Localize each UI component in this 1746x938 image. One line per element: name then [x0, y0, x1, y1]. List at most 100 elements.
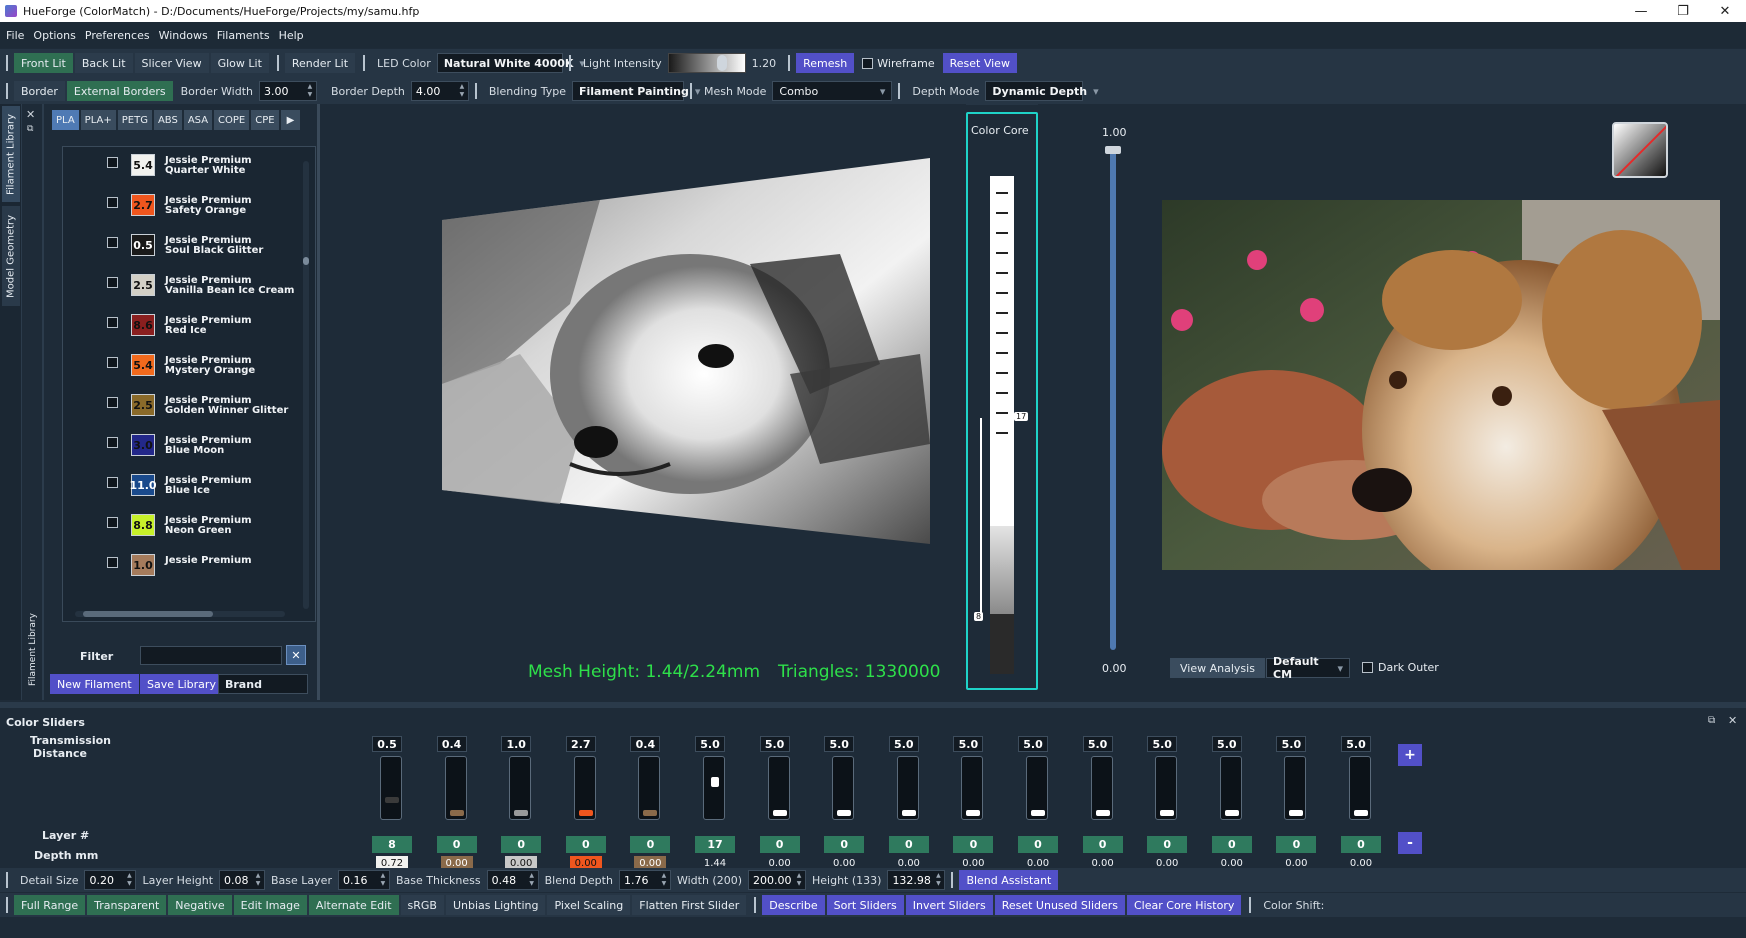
slider-track[interactable]: [1090, 756, 1113, 820]
list-item[interactable]: 0.5 Jessie Premium Soul Black Glitter: [63, 229, 313, 269]
clear-core-history-button[interactable]: Clear Core History: [1127, 895, 1242, 915]
slider-td-input[interactable]: 5.0: [953, 736, 984, 752]
filament-library-tab[interactable]: Filament Library: [2, 106, 20, 202]
spin-arrows-icon[interactable]: ▲ ▼: [933, 872, 943, 888]
blend-depth-input[interactable]: 1.76 ▲ ▼: [618, 870, 671, 890]
color-slider[interactable]: 5.0 0 0.00: [824, 736, 865, 869]
spin-arrows-icon[interactable]: ▲ ▼: [527, 872, 537, 888]
reset-unused-sliders-button[interactable]: Reset Unused Sliders: [994, 895, 1125, 915]
color-match-select[interactable]: Default CM: [1266, 655, 1350, 681]
color-slider[interactable]: 0.4 0 0.00: [436, 736, 477, 871]
mesh-mode-select[interactable]: Combo: [772, 81, 893, 101]
color-core-strip[interactable]: [990, 176, 1014, 674]
slider-td-input[interactable]: 0.4: [436, 736, 467, 752]
slider-track[interactable]: [1155, 756, 1178, 820]
slider-handle[interactable]: [643, 810, 658, 817]
filament-checkbox[interactable]: [107, 157, 118, 168]
color-slider[interactable]: 0.5 8 0.72: [372, 736, 412, 871]
slider-td-input[interactable]: 5.0: [1276, 736, 1307, 752]
list-item[interactable]: 2.5 Jessie Premium Vanilla Bean Ice Cream: [63, 269, 313, 309]
slider-track[interactable]: [380, 756, 402, 820]
blend-assistant-button[interactable]: Blend Assistant: [959, 870, 1059, 890]
unbias-lighting-button[interactable]: Unbias Lighting: [445, 895, 546, 915]
brand-select[interactable]: Brand: [218, 674, 308, 694]
list-item[interactable]: 11.0 Jessie Premium Blue Ice: [63, 469, 313, 509]
slider-handle[interactable]: [1160, 810, 1175, 817]
width-input[interactable]: 200.00 ▲ ▼: [748, 870, 806, 890]
model-viewport[interactable]: Mesh Height: 1.44/2.24mm Triangles: 1330…: [320, 104, 966, 700]
list-item[interactable]: 2.5 Jessie Premium Golden Winner Glitter: [63, 389, 313, 429]
filter-input[interactable]: [140, 646, 282, 665]
slider-handle[interactable]: [449, 810, 464, 817]
slider-td-input[interactable]: 5.0: [1018, 736, 1048, 752]
filament-checkbox[interactable]: [107, 477, 118, 488]
height-slider-handle[interactable]: [1105, 146, 1121, 154]
slider-handle[interactable]: [1289, 810, 1304, 817]
alternate-edit-button[interactable]: Alternate Edit: [308, 895, 399, 915]
spin-arrows-icon[interactable]: ▲ ▼: [659, 872, 669, 888]
slider-handle[interactable]: [1224, 810, 1239, 817]
slider-track[interactable]: [1284, 756, 1307, 820]
height-slider[interactable]: [1105, 146, 1121, 650]
menu-preferences[interactable]: Preferences: [85, 29, 150, 42]
menu-options[interactable]: Options: [33, 29, 75, 42]
slider-td-input[interactable]: 2.7: [565, 736, 596, 752]
slider-track[interactable]: [1026, 756, 1048, 820]
slider-track[interactable]: [896, 756, 919, 820]
reset-view-button[interactable]: Reset View: [942, 53, 1017, 73]
filament-checkbox[interactable]: [107, 317, 118, 328]
base-layer-input[interactable]: 0.16 ▲ ▼: [337, 870, 390, 890]
slider-handle[interactable]: [514, 810, 529, 817]
filament-checkbox[interactable]: [107, 237, 118, 248]
invert-sliders-button[interactable]: Invert Sliders: [905, 895, 993, 915]
spin-arrows-icon[interactable]: ▲ ▼: [305, 83, 315, 99]
slider-handle[interactable]: [711, 776, 719, 787]
slider-track[interactable]: [1349, 756, 1371, 820]
border-width-input[interactable]: 3.00 ▲ ▼: [258, 81, 317, 101]
filament-checkbox[interactable]: [107, 517, 118, 528]
tab-cpe[interactable]: CPE: [251, 110, 279, 130]
view-analysis-button[interactable]: View Analysis: [1170, 658, 1265, 678]
spin-arrows-icon[interactable]: ▲ ▼: [794, 872, 804, 888]
back-lit-button[interactable]: Back Lit: [74, 53, 133, 73]
color-slider[interactable]: 5.0 0 0.00: [888, 736, 929, 869]
spin-arrows-icon[interactable]: ▲ ▼: [124, 872, 134, 888]
filament-checkbox[interactable]: [107, 557, 118, 568]
slider-handle[interactable]: [966, 810, 981, 817]
color-slider[interactable]: 5.0 0 0.00: [1018, 736, 1058, 869]
slider-td-input[interactable]: 5.0: [824, 736, 855, 752]
slider-td-input[interactable]: 5.0: [695, 736, 725, 752]
layer-height-input[interactable]: 0.08 ▲ ▼: [219, 870, 266, 890]
list-item[interactable]: 5.4 Jessie Premium Mystery Orange: [63, 349, 313, 389]
tab-asa[interactable]: ASA: [183, 110, 213, 130]
slider-td-input[interactable]: 5.0: [1082, 736, 1113, 752]
slider-handle[interactable]: [385, 797, 399, 804]
front-lit-button[interactable]: Front Lit: [14, 53, 73, 73]
flatten-first-slider-button[interactable]: Flatten First Slider: [632, 895, 747, 915]
slider-track[interactable]: [444, 756, 467, 820]
slider-td-input[interactable]: 0.5: [372, 736, 402, 752]
add-slider-button[interactable]: +: [1398, 744, 1422, 766]
light-intensity-handle[interactable]: [716, 55, 727, 71]
slider-track[interactable]: [638, 756, 661, 820]
slider-td-input[interactable]: 1.0: [501, 736, 532, 752]
color-slider[interactable]: 5.0 17 1.44: [695, 736, 735, 869]
slider-track[interactable]: [703, 756, 725, 820]
swap-icon[interactable]: [1612, 122, 1668, 178]
slider-td-input[interactable]: 5.0: [759, 736, 790, 752]
external-borders-button[interactable]: External Borders: [66, 81, 173, 101]
describe-button[interactable]: Describe: [762, 895, 825, 915]
tab-pla[interactable]: PLA: [52, 110, 79, 130]
dark-outer-checkbox[interactable]: [1362, 662, 1373, 673]
list-item[interactable]: 2.7 Jessie Premium Safety Orange: [63, 189, 313, 229]
light-intensity-slider[interactable]: [667, 53, 746, 73]
slider-td-input[interactable]: 5.0: [1341, 736, 1371, 752]
remove-slider-button[interactable]: -: [1398, 832, 1422, 854]
blending-type-select[interactable]: Filament Painting: [571, 81, 689, 101]
transparent-button[interactable]: Transparent: [87, 895, 167, 915]
render-lit-button[interactable]: Render Lit: [284, 53, 356, 73]
slider-track[interactable]: [767, 756, 790, 820]
new-filament-button[interactable]: New Filament: [50, 674, 139, 694]
filament-checkbox[interactable]: [107, 197, 118, 208]
color-slider[interactable]: 5.0 0 0.00: [1276, 736, 1317, 869]
